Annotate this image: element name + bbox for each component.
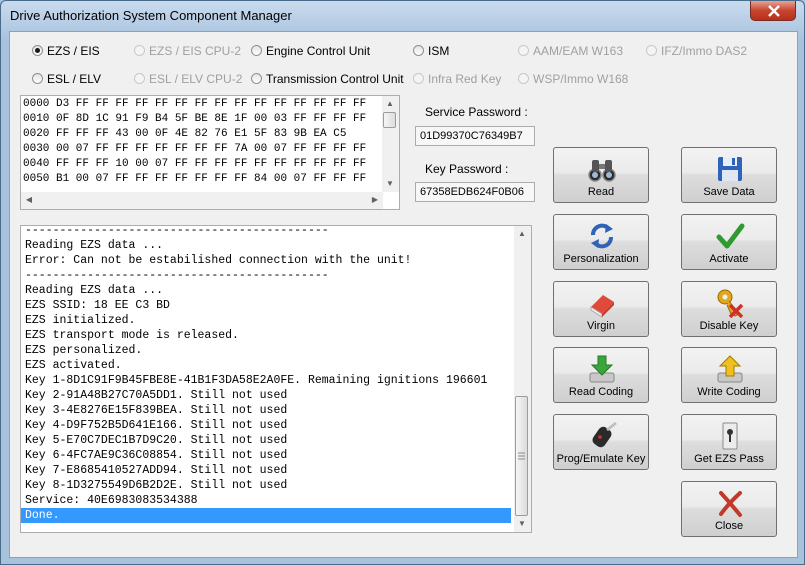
- close-icon: [768, 5, 780, 17]
- radio-dot: [251, 73, 262, 84]
- scroll-left-arrow-icon[interactable]: ◀: [21, 192, 37, 208]
- radio-dot: [518, 45, 529, 56]
- client-area: EZS / EIS EZS / EIS CPU-2 Engine Control…: [9, 31, 798, 558]
- hex-horizontal-scrollbar[interactable]: ◀ ▶: [21, 192, 383, 209]
- log-line-selected: Done.: [21, 508, 511, 523]
- hex-line: 0050 B1 00 07 FF FF FF FF FF FF FF 84 00…: [23, 173, 367, 185]
- radio-engine-control-unit[interactable]: Engine Control Unit: [251, 44, 370, 58]
- scroll-right-arrow-icon[interactable]: ▶: [367, 192, 383, 208]
- log-line: ----------------------------------------…: [25, 225, 329, 237]
- log-line: EZS SSID: 18 EE C3 BD: [25, 299, 170, 312]
- radio-wsp-immo-w168[interactable]: WSP/Immo W168: [518, 72, 628, 86]
- log-line: Key 6-4FC7AE9C36C08854. Still not used: [25, 449, 288, 462]
- virgin-button[interactable]: Virgin: [553, 281, 649, 337]
- scroll-down-arrow-icon[interactable]: ▼: [382, 176, 398, 192]
- radio-dot: [251, 45, 262, 56]
- upload-arrow-icon: [717, 355, 743, 383]
- car-key-icon: [592, 421, 617, 448]
- radio-dot: [413, 45, 424, 56]
- radio-esl-elv-cpu2[interactable]: ESL / ELV CPU-2: [134, 72, 242, 86]
- radio-ezs-eis[interactable]: EZS / EIS: [32, 44, 100, 58]
- hex-line: 0000 D3 FF FF FF FF FF FF FF FF FF FF FF…: [23, 98, 367, 110]
- radio-dot: [134, 73, 145, 84]
- radio-ism[interactable]: ISM: [413, 44, 449, 58]
- log-line: Key 5-E70C7DEC1B7D9C20. Still not used: [25, 434, 288, 447]
- radio-ifz-immo-das2[interactable]: IFZ/Immo DAS2: [646, 44, 747, 58]
- scroll-thumb[interactable]: [383, 112, 396, 128]
- radio-dot: [518, 73, 529, 84]
- log-line: EZS transport mode is released.: [25, 329, 239, 342]
- checkmark-icon: [716, 223, 745, 249]
- binoculars-icon: [588, 160, 616, 182]
- service-password-label: Service Password :: [425, 105, 528, 119]
- grip-icon: [518, 452, 525, 460]
- scroll-up-arrow-icon[interactable]: ▲: [514, 226, 530, 242]
- write-coding-button[interactable]: Write Coding: [681, 347, 777, 403]
- log-line: Key 7-E8685410527ADD94. Still not used: [25, 464, 288, 477]
- log-line: Reading EZS data ...: [25, 284, 164, 297]
- log-line: Key 2-91A48B27C70A5DD1. Still not used: [25, 389, 288, 402]
- radio-ezs-eis-cpu2[interactable]: EZS / EIS CPU-2: [134, 44, 241, 58]
- log-line: Key 8-1D3275549D6B2D2E. Still not used: [25, 479, 288, 492]
- close-button[interactable]: Close: [681, 481, 777, 537]
- log-vertical-scrollbar[interactable]: ▲ ▼: [514, 226, 531, 532]
- read-coding-button[interactable]: Read Coding: [553, 347, 649, 403]
- log-line: EZS initialized.: [25, 314, 136, 327]
- radio-aam-eam-w163[interactable]: AAM/EAM W163: [518, 44, 623, 58]
- hex-dump-view[interactable]: 0000 D3 FF FF FF FF FF FF FF FF FF FF FF…: [20, 95, 400, 210]
- log-line: Key 3-4E8276E15F839BEA. Still not used: [25, 404, 288, 417]
- radio-transmission-control-unit[interactable]: Transmission Control Unit: [251, 72, 404, 86]
- log-output[interactable]: ----------------------------------------…: [20, 225, 532, 533]
- log-line: Service: 40E6983083534388: [25, 494, 198, 507]
- log-line: Key 1-8D1C91F9B45FBE8E-41B1F3DA58E2A0FE.…: [25, 374, 488, 387]
- main-window: Drive Authorization System Component Man…: [0, 0, 805, 565]
- download-arrow-icon: [589, 355, 615, 383]
- radio-infra-red-key[interactable]: Infra Red Key: [413, 72, 501, 86]
- window-title: Drive Authorization System Component Man…: [10, 8, 292, 23]
- personalization-button[interactable]: Personalization: [553, 214, 649, 270]
- scroll-up-arrow-icon[interactable]: ▲: [382, 96, 398, 112]
- hex-line: 0010 0F 8D 1C 91 F9 B4 5F BE 8E 1F 00 03…: [23, 113, 367, 125]
- disable-key-button[interactable]: Disable Key: [681, 281, 777, 337]
- log-line: EZS personalized.: [25, 344, 143, 357]
- hex-line: 0020 FF FF FF 43 00 0F 4E 82 76 E1 5F 83…: [23, 128, 347, 140]
- radio-dot: [32, 73, 43, 84]
- radio-dot: [32, 45, 43, 56]
- key-disable-icon: [717, 289, 744, 318]
- radio-dot: [413, 73, 424, 84]
- title-bar[interactable]: Drive Authorization System Component Man…: [1, 1, 805, 31]
- lock-slot-icon: [722, 422, 738, 450]
- hex-line: 0030 00 07 FF FF FF FF FF FF FF 7A 00 07…: [23, 143, 367, 155]
- key-password-field[interactable]: 67358EDB624F0B06: [415, 182, 535, 202]
- radio-esl-elv[interactable]: ESL / ELV: [32, 72, 101, 86]
- service-password-field[interactable]: 01D99370C76349B7: [415, 126, 535, 146]
- activate-button[interactable]: Activate: [681, 214, 777, 270]
- scroll-down-arrow-icon[interactable]: ▼: [514, 516, 530, 532]
- read-button[interactable]: Read: [553, 147, 649, 203]
- radio-dot: [134, 45, 145, 56]
- save-data-button[interactable]: Save Data: [681, 147, 777, 203]
- radio-dot: [646, 45, 657, 56]
- log-line: ----------------------------------------…: [25, 269, 329, 282]
- log-line: Key 4-D9F752B5D641E166. Still not used: [25, 419, 288, 432]
- red-x-icon: [719, 491, 742, 517]
- floppy-disk-icon: [718, 157, 742, 181]
- window-close-button[interactable]: [750, 1, 796, 21]
- eraser-icon: [590, 295, 614, 318]
- log-lines: ----------------------------------------…: [21, 225, 515, 523]
- refresh-arrows-icon: [591, 223, 613, 249]
- log-line: Reading EZS data ...: [25, 239, 164, 252]
- get-ezs-pass-button[interactable]: Get EZS Pass: [681, 414, 777, 470]
- scroll-thumb[interactable]: [515, 396, 528, 516]
- log-line: Error: Can not be estabilished connectio…: [25, 254, 412, 267]
- key-password-label: Key Password :: [425, 162, 509, 176]
- prog-emulate-key-button[interactable]: Prog/Emulate Key: [553, 414, 649, 470]
- log-line: EZS activated.: [25, 359, 122, 372]
- hex-vertical-scrollbar[interactable]: ▲ ▼: [382, 96, 399, 192]
- hex-line: 0040 FF FF FF 10 00 07 FF FF FF FF FF FF…: [23, 158, 367, 170]
